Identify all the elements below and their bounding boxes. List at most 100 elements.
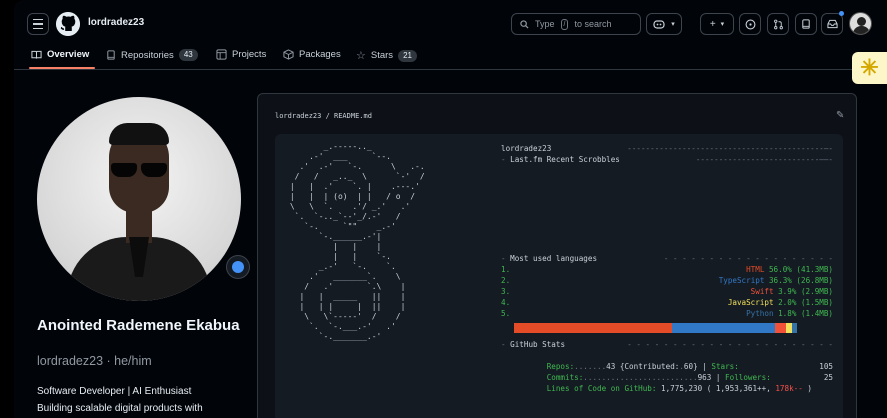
pencil-icon[interactable]: ✎ [836,110,844,121]
language-percent: 2.0% [778,298,797,307]
language-value: TypeScript 36.3% (26.8MB) [719,275,833,286]
copilot-button[interactable]: ▾ [646,13,682,35]
tab-count: 21 [398,49,417,62]
tab-label: Packages [299,49,341,60]
stat-value: 1,775,230 [661,384,703,393]
search-shortcut-key: / [560,18,569,30]
inbox-button[interactable] [821,13,843,35]
tab-stars[interactable]: ☆ Stars 21 [356,49,417,62]
stat-value: ) [807,384,812,393]
language-row: 2. TypeScript 36.3% (26.8MB) [501,275,833,286]
pull-requests-button[interactable] [767,13,789,35]
language-size: (41.3MB) [796,265,833,274]
language-rank: 4. [501,298,511,307]
hamburger-icon[interactable] [27,13,49,35]
pull-requests-icon [773,19,783,29]
language-bar-segment [775,323,787,333]
stats-row-commits: Commits:.........................963 | F… [546,373,833,382]
tab-label: Projects [232,49,267,60]
readme-terminal: lordradez23 -----------------------------… [501,144,833,393]
language-rank: 3. [501,287,511,296]
tab-projects[interactable]: Projects [216,49,266,60]
inbox-icon [826,19,838,29]
stat-label: Lines of Code on GitHub: [546,384,657,393]
profile-login-line: lordradez23 · he/him [37,354,152,368]
issues-icon [745,19,755,29]
github-logo-icon[interactable] [56,12,80,36]
language-size: (2.9MB) [800,287,833,296]
plus-icon: + [709,18,716,30]
language-row: 5. Python 1.8% (1.4MB) [501,308,833,319]
create-new-button[interactable]: + ▾ [700,13,734,35]
section-stats: GitHub Stats [510,340,566,349]
language-value: JavaScript 2.0% (1.5MB) [728,297,833,308]
language-percent: 36.3% [768,276,792,285]
language-value: Swift 3.9% (2.9MB) [751,286,833,297]
readme-content: _.-----.._ .-' ___ `--. .' .-' `-. \ .-.… [275,134,843,418]
chevron-down-icon: ▾ [671,21,675,28]
repo-icon [802,18,810,29]
language-row: 1. HTML 56.0% (41.3MB) [501,264,833,275]
language-percent: 3.9% [778,287,797,296]
tab-label: Stars [370,50,394,61]
user-avatar[interactable] [849,12,872,35]
readme-card: lordradez23 / README.md ✎ _.-----.._ .-'… [257,93,857,418]
issues-button[interactable] [739,13,761,35]
tab-overview[interactable]: Overview [31,49,89,60]
search-input[interactable]: Type / to search [511,13,641,35]
language-value: HTML 56.0% (41.3MB) [746,264,833,275]
tab-label: Repositories [121,49,174,61]
repo-icon [107,49,115,60]
language-percent: 1.8% [778,309,797,318]
bio-line: Building scalable digital products with [37,403,203,414]
language-name: TypeScript [718,276,765,285]
language-value: Python 1.8% (1.4MB) [746,308,833,319]
ascii-art-image: _.-----.._ .-' ___ `--. .' .-' `-. \ .-.… [289,142,425,341]
project-table-icon [216,49,227,60]
package-icon [283,49,294,60]
stat-value: ( 1,953,361++, [706,384,771,393]
stat-value: 178k-- [775,384,803,393]
language-name: Swift [750,287,774,296]
tab-packages[interactable]: Packages [283,49,341,60]
search-prefix: Type [535,19,555,29]
language-row: 3. Swift 3.9% (2.9MB) [501,286,833,297]
profile-full-name: Anointed Rademene Ekabua [37,317,240,334]
language-row: 4. JavaScript 2.0% (1.5MB) [501,297,833,308]
readme-path[interactable]: lordradez23 / README.md [275,112,372,120]
section-scrobbles: Last.fm Recent Scrobbles [510,155,620,164]
search-suffix: to search [574,19,612,29]
language-bar-segment [791,323,797,333]
top-header: lordradez23 Type / to search ▾ + ▾ [14,0,887,44]
profile-bio: Software Developer | AI Enthusiast Build… [37,383,257,417]
language-name: HTML [746,265,765,274]
language-rank: 5. [501,309,511,318]
copilot-icon [653,20,665,29]
chevron-down-icon: ▾ [720,21,725,28]
language-name: Python [746,309,774,318]
book-icon [31,50,42,59]
language-list: 1. HTML 56.0% (41.3MB) 2. TypeScript 36.3% … [501,264,833,319]
language-rank: 2. [501,276,511,285]
readme-title: lordradez23 [501,144,552,153]
active-tab-indicator [29,67,95,69]
search-icon [520,19,529,29]
profile-photo[interactable] [37,97,241,301]
tab-count: 43 [178,49,198,61]
language-rank: 1. [501,265,511,274]
language-size: (26.8MB) [796,276,833,285]
stats-row-repos: Repos:.......43 {Contributed:.60} | Star… [546,362,833,371]
copilot-sparkle-icon[interactable]: ✳ [852,52,887,84]
header-username[interactable]: lordradez23 [88,17,144,28]
language-bar-segment [672,323,776,333]
bio-line: Software Developer | AI Enthusiast [37,386,192,397]
tab-repositories[interactable]: Repositories 43 [106,49,198,61]
section-languages: Most used languages [510,254,598,263]
status-emoji-button[interactable] [226,255,250,279]
repositories-button[interactable] [795,13,817,35]
language-size: (1.5MB) [800,298,833,307]
profile-login: lordradez23 [37,354,104,368]
language-name: JavaScript [727,298,774,307]
notification-dot [839,11,844,16]
stats-row-loc: Lines of Code on GitHub: 1,775,230 ( 1,9… [501,372,833,393]
